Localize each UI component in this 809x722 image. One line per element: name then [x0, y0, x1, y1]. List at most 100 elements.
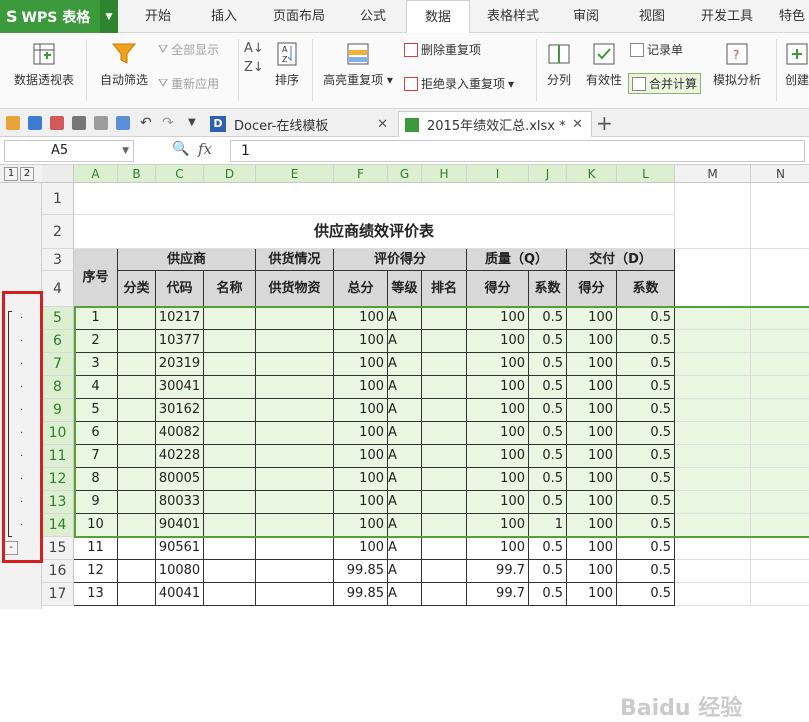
delivery-score-cell[interactable]: 100: [567, 560, 617, 583]
total-cell[interactable]: 100: [334, 537, 388, 560]
row-header[interactable]: 15: [42, 537, 74, 560]
header-cat[interactable]: 分类: [118, 271, 156, 307]
category-cell[interactable]: [118, 445, 156, 468]
goods-cell[interactable]: [256, 468, 334, 491]
goods-cell[interactable]: [256, 376, 334, 399]
column-header-b[interactable]: B: [118, 165, 156, 183]
cell[interactable]: [751, 353, 809, 376]
delivery-coef-cell[interactable]: 0.5: [617, 514, 675, 537]
column-header-g[interactable]: G: [388, 165, 422, 183]
cell[interactable]: [675, 514, 751, 537]
row-header[interactable]: 9: [42, 399, 74, 422]
header-goods[interactable]: 供货物资: [256, 271, 334, 307]
highlight-duplicates-button[interactable]: 高亮重复项 ▾: [320, 41, 396, 88]
code-cell[interactable]: 10217: [156, 307, 204, 330]
cell[interactable]: [675, 560, 751, 583]
cell[interactable]: [675, 183, 751, 249]
code-cell[interactable]: 90561: [156, 537, 204, 560]
code-cell[interactable]: 10377: [156, 330, 204, 353]
delivery-score-cell[interactable]: 100: [567, 514, 617, 537]
seq-cell[interactable]: 2: [74, 330, 118, 353]
delivery-coef-cell[interactable]: 0.5: [617, 422, 675, 445]
grade-cell[interactable]: A: [388, 307, 422, 330]
name-cell[interactable]: [204, 307, 256, 330]
code-cell[interactable]: 40082: [156, 422, 204, 445]
column-header-a[interactable]: A: [74, 165, 118, 183]
quality-coef-cell[interactable]: 0.5: [529, 422, 567, 445]
row-header[interactable]: 16: [42, 560, 74, 583]
chevron-down-icon[interactable]: ▼: [100, 0, 118, 33]
goods-cell[interactable]: [256, 491, 334, 514]
records-button[interactable]: 记录单: [630, 41, 683, 58]
rank-cell[interactable]: [422, 330, 467, 353]
table-title-cell[interactable]: 供应商绩效评价表: [74, 215, 675, 249]
delivery-coef-cell[interactable]: 0.5: [617, 537, 675, 560]
header-delivery[interactable]: 交付（D）: [567, 249, 675, 271]
seq-cell[interactable]: 4: [74, 376, 118, 399]
header-d_score[interactable]: 得分: [567, 271, 617, 307]
header-total[interactable]: 总分: [334, 271, 388, 307]
code-cell[interactable]: 90401: [156, 514, 204, 537]
cell[interactable]: [675, 422, 751, 445]
goods-cell[interactable]: [256, 537, 334, 560]
name-cell[interactable]: [204, 422, 256, 445]
cell[interactable]: [675, 537, 751, 560]
print-preview-icon[interactable]: [94, 116, 108, 130]
cell[interactable]: [675, 353, 751, 376]
delivery-score-cell[interactable]: 100: [567, 445, 617, 468]
rank-cell[interactable]: [422, 399, 467, 422]
total-cell[interactable]: 100: [334, 330, 388, 353]
undo-icon[interactable]: ↶: [140, 116, 154, 130]
total-cell[interactable]: 100: [334, 468, 388, 491]
name-cell[interactable]: [204, 445, 256, 468]
quality-score-cell[interactable]: 100: [467, 399, 529, 422]
quality-coef-cell[interactable]: 0.5: [529, 330, 567, 353]
rank-cell[interactable]: [422, 307, 467, 330]
select-all-corner[interactable]: [42, 165, 74, 183]
tab-page-layout[interactable]: 页面布局: [264, 0, 334, 33]
zoom-search-icon[interactable]: 🔍: [172, 141, 189, 157]
quality-score-cell[interactable]: 100: [467, 445, 529, 468]
category-cell[interactable]: [118, 307, 156, 330]
redo-icon[interactable]: ↷: [162, 116, 176, 130]
grade-cell[interactable]: A: [388, 330, 422, 353]
goods-cell[interactable]: [256, 560, 334, 583]
seq-cell[interactable]: 7: [74, 445, 118, 468]
print-icon[interactable]: [72, 116, 86, 130]
column-header-n[interactable]: N: [751, 165, 809, 183]
header-grade[interactable]: 等级: [388, 271, 422, 307]
sort-asc-icon[interactable]: A↓: [244, 41, 264, 56]
delivery-coef-cell[interactable]: 0.5: [617, 353, 675, 376]
code-cell[interactable]: 10080: [156, 560, 204, 583]
name-cell[interactable]: [204, 537, 256, 560]
pdf-export-icon[interactable]: [50, 116, 64, 130]
name-cell[interactable]: [204, 514, 256, 537]
cell[interactable]: [675, 468, 751, 491]
quality-coef-cell[interactable]: 0.5: [529, 445, 567, 468]
cell[interactable]: [751, 491, 809, 514]
row-header[interactable]: 13: [42, 491, 74, 514]
row-header[interactable]: 12: [42, 468, 74, 491]
cell[interactable]: [751, 445, 809, 468]
tab-data[interactable]: 数据: [406, 0, 470, 34]
seq-cell[interactable]: 9: [74, 491, 118, 514]
validity-button[interactable]: 有效性: [584, 41, 624, 88]
quality-score-cell[interactable]: 100: [467, 330, 529, 353]
category-cell[interactable]: [118, 422, 156, 445]
category-cell[interactable]: [118, 330, 156, 353]
customize-dropdown-icon[interactable]: ▼: [188, 116, 202, 130]
name-cell[interactable]: [204, 376, 256, 399]
column-header-d[interactable]: D: [204, 165, 256, 183]
rank-cell[interactable]: [422, 422, 467, 445]
row-header[interactable]: 3: [42, 249, 74, 271]
total-cell[interactable]: 100: [334, 445, 388, 468]
outline-level-1[interactable]: 1: [4, 167, 18, 181]
row-header[interactable]: 6: [42, 330, 74, 353]
rank-cell[interactable]: [422, 560, 467, 583]
grade-cell[interactable]: A: [388, 422, 422, 445]
split-column-button[interactable]: 分列: [542, 41, 576, 88]
delivery-score-cell[interactable]: 100: [567, 537, 617, 560]
rank-cell[interactable]: [422, 468, 467, 491]
tab-view[interactable]: 视图: [626, 0, 678, 33]
delivery-coef-cell[interactable]: 0.5: [617, 399, 675, 422]
